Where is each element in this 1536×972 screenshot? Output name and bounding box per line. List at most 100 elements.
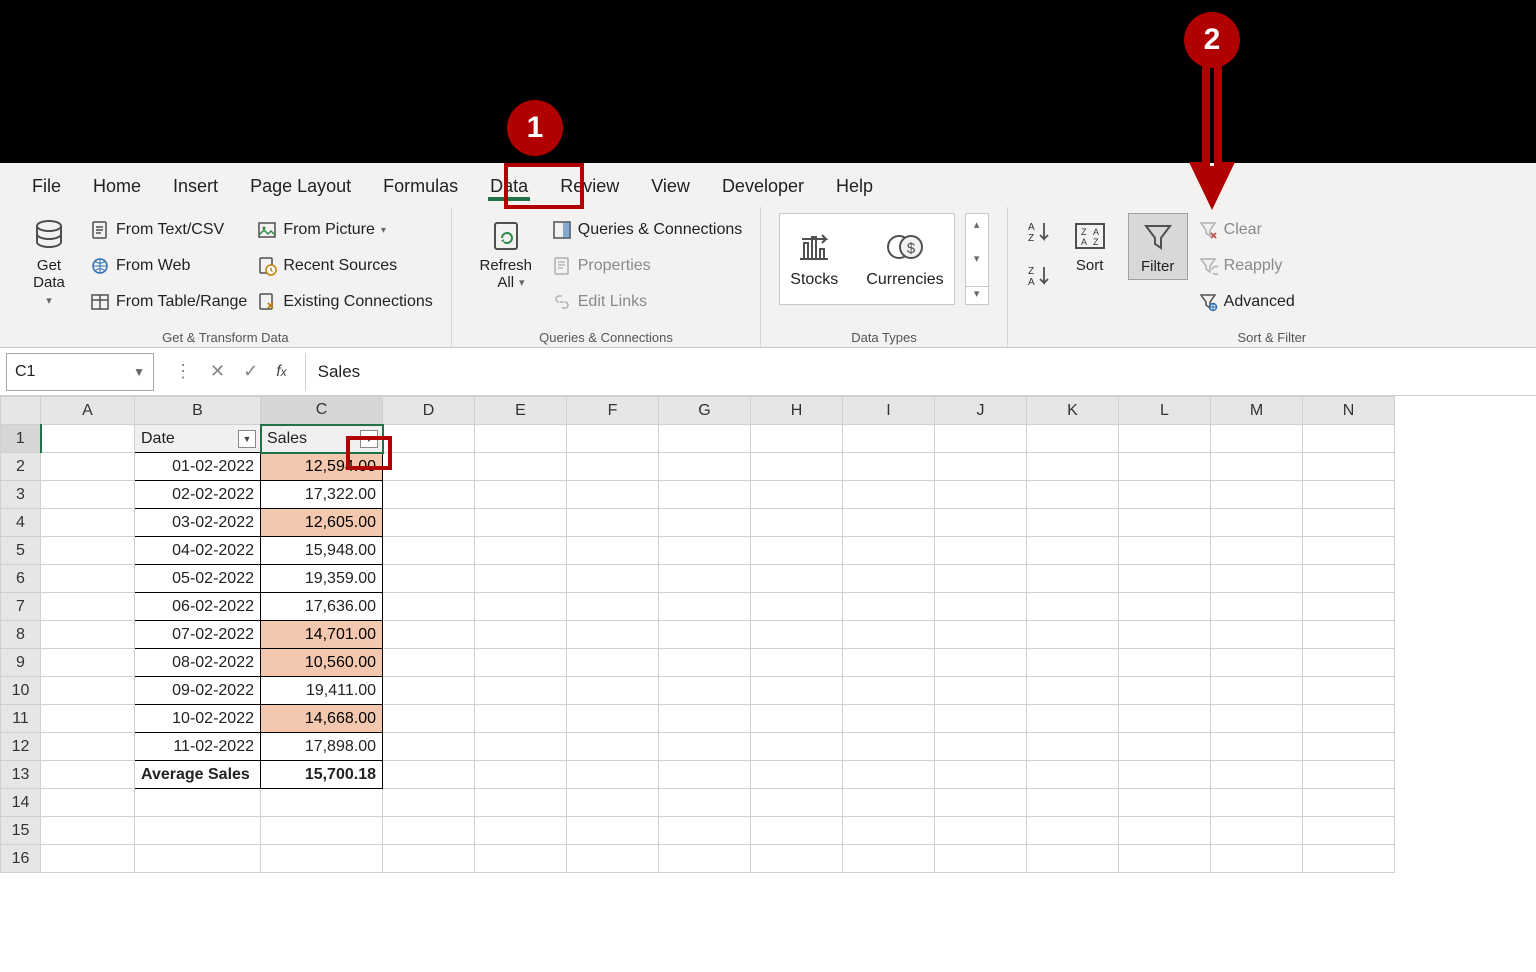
cell[interactable] (1211, 621, 1302, 648)
cell[interactable] (383, 677, 474, 704)
cell[interactable] (1119, 789, 1210, 816)
tab-view[interactable]: View (637, 168, 704, 203)
cell[interactable] (383, 845, 474, 872)
cell[interactable] (1119, 761, 1210, 788)
cell[interactable] (1027, 733, 1118, 760)
column-header-N[interactable]: N (1303, 397, 1395, 425)
cell[interactable] (1211, 817, 1302, 844)
cell[interactable] (843, 733, 934, 760)
properties-button[interactable]: Properties (552, 249, 743, 283)
cell[interactable] (383, 761, 474, 788)
cell-date[interactable]: 07-02-2022 (135, 621, 260, 648)
cell[interactable] (1303, 537, 1394, 564)
cell[interactable] (567, 817, 658, 844)
cell[interactable] (383, 593, 474, 620)
cell[interactable] (1303, 481, 1394, 508)
tab-formulas[interactable]: Formulas (369, 168, 472, 203)
cell[interactable] (1303, 593, 1394, 620)
cell[interactable] (475, 733, 566, 760)
formula-input[interactable]: Sales (305, 353, 1536, 391)
column-header-I[interactable]: I (843, 397, 935, 425)
row-header-5[interactable]: 5 (1, 537, 41, 565)
cell-date[interactable]: 03-02-2022 (135, 509, 260, 536)
column-header-L[interactable]: L (1119, 397, 1211, 425)
cell[interactable] (383, 481, 474, 508)
cell[interactable] (659, 425, 750, 452)
row-header-7[interactable]: 7 (1, 593, 41, 621)
cell[interactable] (935, 789, 1026, 816)
cell-date[interactable]: 05-02-2022 (135, 565, 260, 592)
cell[interactable] (1119, 481, 1210, 508)
cell[interactable] (659, 761, 750, 788)
cell-sales[interactable]: 17,322.00 (261, 481, 382, 508)
enter-formula-button[interactable]: ✓ (243, 361, 258, 382)
cell-date[interactable]: 06-02-2022 (135, 593, 260, 620)
cell[interactable] (1303, 761, 1394, 788)
cell[interactable] (751, 789, 842, 816)
cell[interactable] (935, 649, 1026, 676)
from-table-range-button[interactable]: From Table/Range (90, 285, 247, 319)
cell[interactable] (843, 789, 934, 816)
fx-icon[interactable]: fx (276, 363, 286, 381)
cell[interactable] (1303, 509, 1394, 536)
cell[interactable] (751, 677, 842, 704)
cell-average-label[interactable]: Average Sales (135, 761, 260, 788)
column-header-F[interactable]: F (567, 397, 659, 425)
cell[interactable] (1119, 537, 1210, 564)
cell[interactable] (1211, 705, 1302, 732)
cell[interactable] (843, 509, 934, 536)
row-header-6[interactable]: 6 (1, 565, 41, 593)
cell[interactable] (475, 705, 566, 732)
cell[interactable] (135, 817, 260, 844)
cell[interactable] (41, 593, 134, 620)
cell[interactable] (475, 621, 566, 648)
cell[interactable] (751, 845, 842, 872)
cell[interactable] (567, 593, 658, 620)
cell[interactable] (567, 565, 658, 592)
tab-page-layout[interactable]: Page Layout (236, 168, 365, 203)
row-header-12[interactable]: 12 (1, 733, 41, 761)
cell[interactable] (1027, 817, 1118, 844)
cell[interactable] (475, 537, 566, 564)
cell-sales[interactable]: 14,701.00 (261, 621, 382, 648)
cell[interactable] (751, 509, 842, 536)
cell[interactable] (935, 621, 1026, 648)
cell[interactable] (659, 453, 750, 480)
cell[interactable] (935, 453, 1026, 480)
cell[interactable] (935, 537, 1026, 564)
cell[interactable] (751, 565, 842, 592)
cell[interactable] (475, 425, 566, 452)
cell[interactable] (1119, 509, 1210, 536)
cell[interactable] (475, 481, 566, 508)
column-header-D[interactable]: D (383, 397, 475, 425)
filter-dropdown-button[interactable]: ▼ (360, 430, 378, 448)
cell[interactable] (41, 481, 134, 508)
cell[interactable] (475, 789, 566, 816)
clear-button[interactable]: Clear (1198, 213, 1295, 247)
cell[interactable] (1119, 817, 1210, 844)
row-header-16[interactable]: 16 (1, 845, 41, 873)
cell-sales[interactable]: 10,560.00 (261, 649, 382, 676)
column-header-C[interactable]: C (261, 397, 383, 425)
from-text-csv-button[interactable]: From Text/CSV (90, 213, 247, 247)
cell[interactable] (475, 649, 566, 676)
column-header-B[interactable]: B (135, 397, 261, 425)
cell[interactable] (567, 425, 658, 452)
cell[interactable] (1303, 705, 1394, 732)
cell[interactable] (935, 425, 1026, 452)
row-header-11[interactable]: 11 (1, 705, 41, 733)
column-header-G[interactable]: G (659, 397, 751, 425)
cell[interactable] (1211, 453, 1302, 480)
row-header-14[interactable]: 14 (1, 789, 41, 817)
cell[interactable] (475, 509, 566, 536)
row-header-9[interactable]: 9 (1, 649, 41, 677)
cell[interactable] (1119, 453, 1210, 480)
cell[interactable] (1303, 565, 1394, 592)
cell[interactable] (935, 565, 1026, 592)
cell[interactable] (659, 649, 750, 676)
cell[interactable] (1119, 677, 1210, 704)
cell[interactable] (659, 789, 750, 816)
cell[interactable] (1211, 425, 1302, 452)
cell[interactable] (935, 509, 1026, 536)
cell[interactable] (751, 621, 842, 648)
